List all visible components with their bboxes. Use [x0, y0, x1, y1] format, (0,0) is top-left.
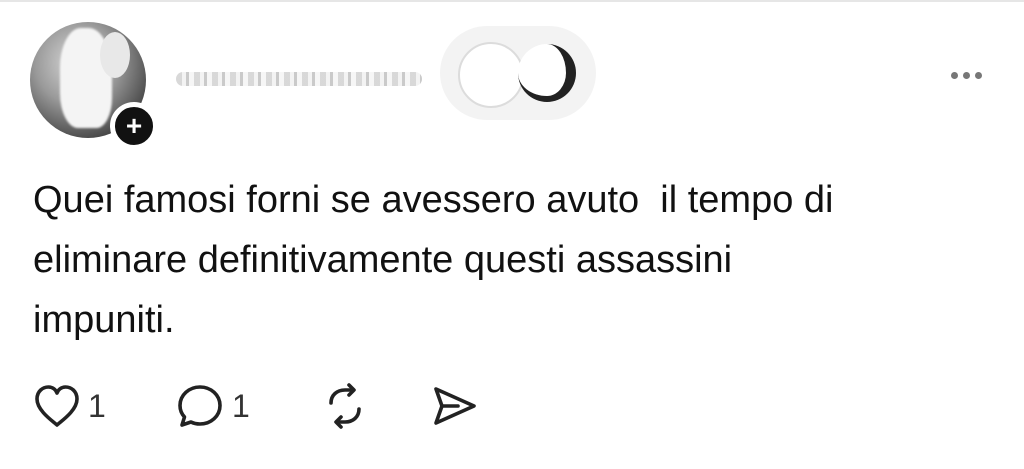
plus-icon: +	[125, 110, 143, 141]
share-button[interactable]	[428, 380, 480, 432]
reply-button[interactable]: 1	[174, 380, 250, 432]
comment-icon	[178, 385, 222, 427]
reply-count: 1	[232, 388, 250, 424]
author-badge-redaction	[440, 26, 596, 120]
post-card: + Quei famosi forni se avessero avuto il…	[0, 0, 1024, 469]
username-redaction	[176, 72, 422, 86]
more-horizontal-icon-dot	[974, 71, 982, 79]
more-horizontal-icon	[950, 71, 958, 79]
author-avatar-container[interactable]: +	[30, 22, 158, 150]
post-actions-bar: 1 1	[32, 380, 732, 432]
repost-button[interactable]	[320, 380, 370, 432]
avatar-redaction-secondary	[100, 32, 130, 78]
more-options-button[interactable]	[940, 60, 992, 90]
post-body-text: Quei famosi forni se avessero avuto il t…	[33, 179, 834, 341]
send-icon	[434, 387, 476, 425]
more-horizontal-icon-dot	[962, 71, 970, 79]
follow-button[interactable]: +	[110, 102, 158, 150]
author-username[interactable]	[176, 66, 426, 90]
badge-redaction-right	[518, 44, 576, 102]
badge-redaction-left	[458, 42, 524, 108]
heart-icon	[35, 385, 79, 427]
like-count: 1	[88, 388, 106, 424]
like-button[interactable]: 1	[32, 380, 106, 432]
repost-icon	[329, 383, 361, 429]
